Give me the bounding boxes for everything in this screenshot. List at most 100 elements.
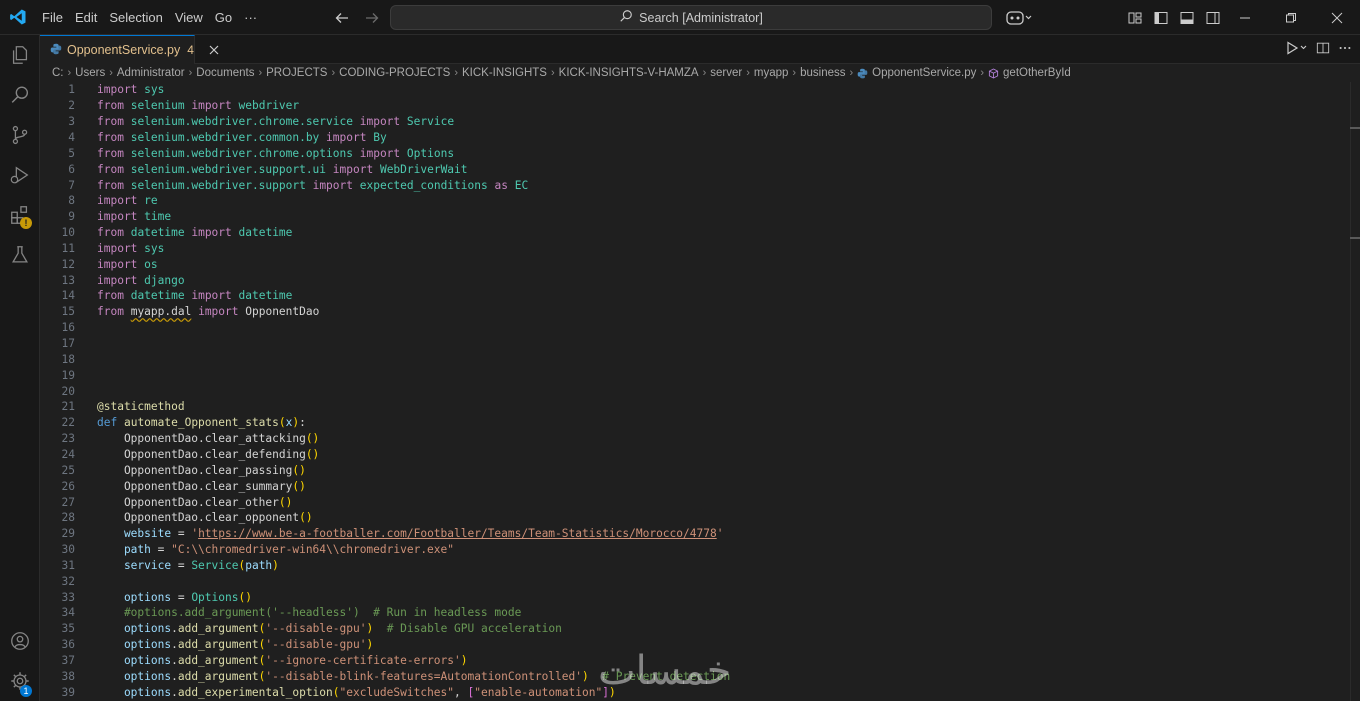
code-line[interactable]: 26 OpponentDao.clear_summary(): [40, 478, 1350, 494]
code-line[interactable]: 31 service = Service(path): [40, 558, 1350, 574]
manage-gear-icon[interactable]: 1: [0, 661, 40, 701]
code-line[interactable]: 9 import time: [40, 209, 1350, 225]
vscode-logo-icon[interactable]: [0, 0, 36, 35]
menu-more[interactable]: ···: [238, 0, 263, 35]
code-line[interactable]: 15 from myapp.dal import OpponentDao: [40, 304, 1350, 320]
code-line[interactable]: 7 from selenium.webdriver.support import …: [40, 177, 1350, 193]
code-line[interactable]: 30 path = "C:\\chromedriver-win64\\chrom…: [40, 542, 1350, 558]
code-line[interactable]: 32: [40, 573, 1350, 589]
code-text: import sys: [97, 83, 165, 97]
code-line[interactable]: 19: [40, 367, 1350, 383]
breadcrumb-item[interactable]: business: [800, 67, 845, 79]
line-number: 12: [61, 257, 75, 271]
breadcrumb-item[interactable]: C:: [52, 67, 64, 79]
code-line[interactable]: 25 OpponentDao.clear_passing(): [40, 462, 1350, 478]
code-line[interactable]: 6 from selenium.webdriver.support.ui impo…: [40, 161, 1350, 177]
code-line[interactable]: 10 from datetime import datetime: [40, 225, 1350, 241]
code-line[interactable]: 22 def automate_Opponent_stats(x):: [40, 415, 1350, 431]
code-line[interactable]: 35 options.add_argument('--disable-gpu')…: [40, 621, 1350, 637]
menu-go[interactable]: Go: [209, 0, 238, 35]
breadcrumb-item[interactable]: Administrator: [117, 67, 185, 79]
testing-flask-icon[interactable]: [0, 235, 40, 275]
code-line[interactable]: 4 from selenium.webdriver.common.by impor…: [40, 130, 1350, 146]
code-line[interactable]: 16: [40, 320, 1350, 336]
navigation-arrows: [330, 0, 384, 35]
toggle-primary-sidebar-icon[interactable]: [1150, 7, 1172, 29]
menu-edit[interactable]: Edit: [69, 0, 103, 35]
code-line[interactable]: 21 @staticmethod: [40, 399, 1350, 415]
code-line[interactable]: 33 options = Options(): [40, 589, 1350, 605]
breadcrumb-item[interactable]: PROJECTS: [266, 67, 327, 79]
breadcrumb-item[interactable]: Users: [75, 67, 105, 79]
code-line[interactable]: 3 from selenium.webdriver.chrome.service …: [40, 114, 1350, 130]
breadcrumb-item[interactable]: server: [710, 67, 742, 79]
title-bar: File Edit Selection View Go ··· Search […: [0, 0, 1360, 35]
line-number: 3: [68, 115, 75, 129]
forward-arrow-icon[interactable]: [360, 6, 384, 30]
toggle-secondary-sidebar-icon[interactable]: [1202, 7, 1224, 29]
close-tab-icon[interactable]: [209, 42, 219, 58]
close-window-icon[interactable]: [1314, 0, 1360, 35]
line-number: 35: [61, 622, 75, 636]
extensions-icon[interactable]: !: [0, 195, 40, 235]
line-number: 18: [61, 352, 75, 366]
code-line[interactable]: 18: [40, 351, 1350, 367]
toggle-panel-icon[interactable]: [1176, 7, 1198, 29]
code-line[interactable]: 34 #options.add_argument('--headless') #…: [40, 605, 1350, 621]
code-line[interactable]: 23 OpponentDao.clear_attacking(): [40, 431, 1350, 447]
command-center-search[interactable]: Search [Administrator]: [390, 5, 992, 30]
line-number: 10: [61, 226, 75, 240]
code-line[interactable]: 5 from selenium.webdriver.chrome.options …: [40, 145, 1350, 161]
code-editor[interactable]: 1 import sys 2 from selenium import webdriv…: [40, 82, 1350, 701]
scrollbar-marker: [1350, 127, 1360, 129]
menu-selection[interactable]: Selection: [103, 0, 168, 35]
extensions-warning-badge: !: [20, 217, 32, 229]
tab-label: OpponentService.py: [67, 43, 181, 57]
code-line[interactable]: 13 import django: [40, 272, 1350, 288]
copilot-icon[interactable]: [1002, 5, 1036, 30]
source-control-icon[interactable]: [0, 115, 40, 155]
split-editor-icon[interactable]: [1316, 41, 1330, 58]
line-number: 16: [61, 321, 75, 335]
customize-layout-icon[interactable]: [1124, 7, 1146, 29]
code-line[interactable]: 20: [40, 383, 1350, 399]
breadcrumb-item[interactable]: CODING-PROJECTS: [339, 67, 450, 79]
run-python-file-icon[interactable]: [1286, 41, 1308, 58]
search-view-icon[interactable]: [0, 75, 40, 115]
run-debug-icon[interactable]: [0, 155, 40, 195]
code-line[interactable]: 8 import re: [40, 193, 1350, 209]
back-arrow-icon[interactable]: [330, 6, 354, 30]
code-line[interactable]: 14 from datetime import datetime: [40, 288, 1350, 304]
editor-scrollbar[interactable]: [1350, 82, 1360, 701]
minimize-icon[interactable]: [1222, 0, 1268, 35]
line-number: 22: [61, 416, 75, 430]
code-line[interactable]: 27 OpponentDao.clear_other(): [40, 494, 1350, 510]
menu-file[interactable]: File: [36, 0, 69, 35]
activity-bar: ! 1: [0, 35, 40, 701]
restore-icon[interactable]: [1268, 0, 1314, 35]
code-line[interactable]: 12 import os: [40, 256, 1350, 272]
tab-opponentservice[interactable]: OpponentService.py 4: [40, 35, 219, 64]
explorer-icon[interactable]: [0, 35, 40, 75]
code-line[interactable]: 17: [40, 336, 1350, 352]
code-line[interactable]: 11 import sys: [40, 241, 1350, 257]
code-line[interactable]: 29 website = 'https://www.be-a-footballe…: [40, 526, 1350, 542]
breadcrumb-item[interactable]: KICK-INSIGHTS: [462, 67, 547, 79]
code-line[interactable]: 28 OpponentDao.clear_opponent(): [40, 510, 1350, 526]
watermark-logo: خمسات: [598, 648, 732, 694]
breadcrumb-item[interactable]: myapp: [754, 67, 789, 79]
breadcrumb-symbol[interactable]: getOtherById: [1003, 67, 1071, 79]
line-number: 7: [68, 178, 75, 192]
more-actions-icon[interactable]: [1338, 41, 1352, 58]
breadcrumb-item[interactable]: KICK-INSIGHTS-V-HAMZA: [559, 67, 699, 79]
menu-view[interactable]: View: [169, 0, 209, 35]
code-text: from selenium.webdriver.common.by import…: [97, 130, 387, 144]
layout-controls: [1124, 0, 1224, 35]
breadcrumb-file[interactable]: OpponentService.py: [872, 67, 976, 79]
code-line[interactable]: 2 from selenium import webdriver: [40, 98, 1350, 114]
code-text: OpponentDao.clear_summary(): [97, 479, 306, 493]
accounts-icon[interactable]: [0, 621, 40, 661]
code-line[interactable]: 24 OpponentDao.clear_defending(): [40, 447, 1350, 463]
breadcrumb-item[interactable]: Documents: [196, 67, 254, 79]
code-line[interactable]: 1 import sys: [40, 82, 1350, 98]
